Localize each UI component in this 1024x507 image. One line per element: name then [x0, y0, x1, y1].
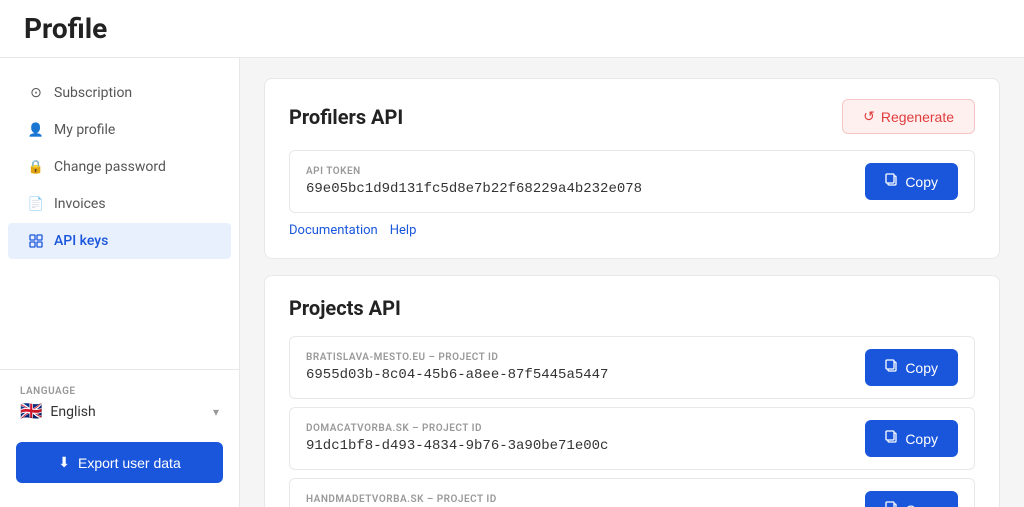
profilers-api-title: Profilers API — [289, 105, 403, 129]
projects-api-title: Projects API — [289, 296, 401, 320]
copy-icon — [885, 359, 899, 376]
profilers-api-header: Profilers API ↺ Regenerate — [289, 99, 975, 134]
table-row: HANDMADETVORBA.SK – PROJECT ID e04c1fe4-… — [289, 478, 975, 507]
regenerate-button[interactable]: ↺ Regenerate — [842, 99, 975, 134]
sidebar-item-invoices[interactable]: 📄 Invoices — [8, 186, 231, 222]
sidebar-divider — [0, 369, 239, 370]
page-header: Profile — [0, 0, 1024, 58]
profilers-token-info: API TOKEN 69e05bc1d9d131fc5d8e7b22f68229… — [306, 166, 642, 197]
project-copy-button-0[interactable]: Copy — [865, 349, 958, 386]
subscription-icon: ⊙ — [28, 85, 44, 101]
main-content: Profilers API ↺ Regenerate API TOKEN 69e… — [240, 58, 1024, 507]
sidebar-item-my-profile[interactable]: 👤 My profile — [8, 112, 231, 148]
sidebar-item-api-keys[interactable]: API keys — [8, 223, 231, 259]
lock-icon: 🔒 — [28, 159, 44, 175]
person-icon: 👤 — [28, 122, 44, 138]
page-title: Profile — [24, 12, 1000, 45]
project-copy-label-2: Copy — [905, 502, 938, 507]
profilers-api-card: Profilers API ↺ Regenerate API TOKEN 69e… — [264, 78, 1000, 259]
sidebar-item-label: API keys — [54, 233, 108, 249]
project-id-0: 6955d03b-8c04-45b6-a8ee-87f5445a5447 — [306, 367, 608, 383]
sidebar-item-label: My profile — [54, 122, 115, 138]
sidebar: ⊙ Subscription 👤 My profile 🔒 Change pas… — [0, 58, 240, 507]
projects-api-header: Projects API — [289, 296, 975, 320]
sidebar-item-label: Change password — [54, 159, 166, 175]
regenerate-label: Regenerate — [881, 109, 954, 125]
flag-icon: 🇬🇧 — [20, 401, 42, 422]
refresh-icon: ↺ — [863, 108, 875, 125]
language-value: English — [50, 404, 95, 420]
project-label-2: HANDMADETVORBA.SK – PROJECT ID — [306, 494, 608, 505]
sidebar-item-label: Invoices — [54, 196, 106, 212]
chevron-down-icon: ▾ — [213, 405, 219, 419]
api-keys-icon — [28, 233, 44, 249]
language-label: LANGUAGE — [20, 386, 219, 397]
project-id-1: 91dc1bf8-d493-4834-9b76-3a90be71e00c — [306, 438, 608, 454]
profilers-copy-label: Copy — [905, 174, 938, 190]
projects-api-card: Projects API BRATISLAVA-MESTO.EU – PROJE… — [264, 275, 1000, 507]
project-copy-label-1: Copy — [905, 431, 938, 447]
sidebar-item-label: Subscription — [54, 85, 132, 101]
project-label-1: DOMACATVORBA.SK – PROJECT ID — [306, 423, 608, 434]
language-section: LANGUAGE 🇬🇧 English ▾ — [0, 378, 239, 430]
table-row: DOMACATVORBA.SK – PROJECT ID 91dc1bf8-d4… — [289, 407, 975, 470]
project-info-2: HANDMADETVORBA.SK – PROJECT ID e04c1fe4-… — [306, 494, 608, 507]
download-icon: ⬇ — [58, 454, 70, 471]
documentation-link[interactable]: Documentation — [289, 223, 378, 238]
profilers-copy-button[interactable]: Copy — [865, 163, 958, 200]
profilers-token-section: API TOKEN 69e05bc1d9d131fc5d8e7b22f68229… — [289, 150, 975, 213]
profilers-token-value: 69e05bc1d9d131fc5d8e7b22f68229a4b232e078 — [306, 181, 642, 197]
table-row: BRATISLAVA-MESTO.EU – PROJECT ID 6955d03… — [289, 336, 975, 399]
invoice-icon: 📄 — [28, 196, 44, 212]
doc-links: Documentation Help — [289, 223, 975, 238]
profilers-token-label: API TOKEN — [306, 166, 642, 177]
project-info-1: DOMACATVORBA.SK – PROJECT ID 91dc1bf8-d4… — [306, 423, 608, 454]
copy-icon — [885, 501, 899, 507]
language-selector[interactable]: 🇬🇧 English ▾ — [20, 401, 219, 422]
sidebar-item-subscription[interactable]: ⊙ Subscription — [8, 75, 231, 111]
export-user-data-button[interactable]: ⬇ Export user data — [16, 442, 223, 483]
sidebar-nav: ⊙ Subscription 👤 My profile 🔒 Change pas… — [0, 74, 239, 361]
copy-icon — [885, 430, 899, 447]
project-info-0: BRATISLAVA-MESTO.EU – PROJECT ID 6955d03… — [306, 352, 608, 383]
project-copy-button-1[interactable]: Copy — [865, 420, 958, 457]
project-label-0: BRATISLAVA-MESTO.EU – PROJECT ID — [306, 352, 608, 363]
layout: ⊙ Subscription 👤 My profile 🔒 Change pas… — [0, 58, 1024, 507]
project-copy-label-0: Copy — [905, 360, 938, 376]
copy-icon — [885, 173, 899, 190]
sidebar-item-change-password[interactable]: 🔒 Change password — [8, 149, 231, 185]
export-button-label: Export user data — [78, 455, 181, 471]
help-link[interactable]: Help — [390, 223, 417, 238]
